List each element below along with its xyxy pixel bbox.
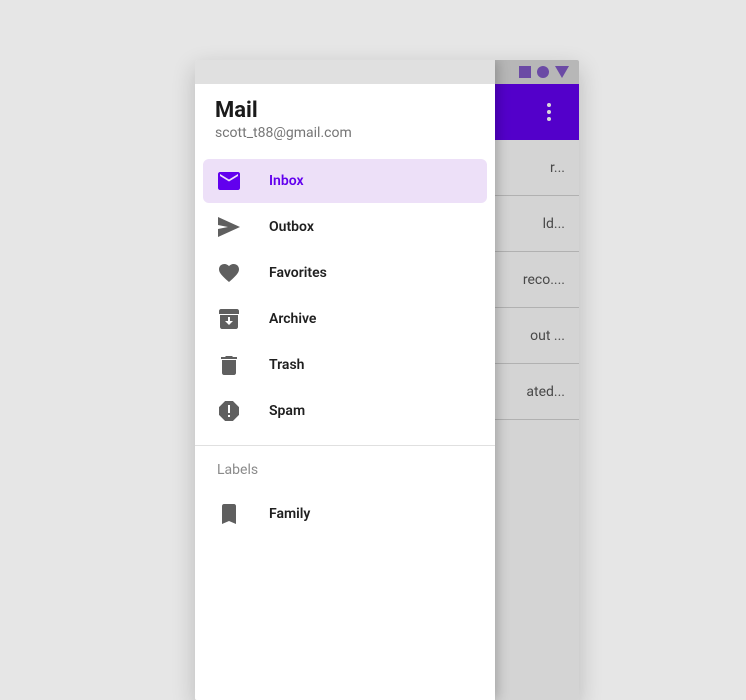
nav-label: Archive — [269, 311, 316, 327]
labels-header: Labels — [195, 446, 495, 486]
send-icon — [217, 215, 241, 239]
nav-item-outbox[interactable]: Outbox — [203, 205, 487, 249]
nav-label: Trash — [269, 357, 304, 373]
heart-icon — [217, 261, 241, 285]
drawer-title: Mail — [215, 98, 475, 123]
drawer-header: Mail scott_t88@gmail.com — [195, 84, 495, 153]
drawer-labels: Family — [195, 486, 495, 538]
nav-item-label-family[interactable]: Family — [203, 492, 487, 536]
nav-label: Outbox — [269, 219, 314, 235]
nav-item-archive[interactable]: Archive — [203, 297, 487, 341]
nav-item-inbox[interactable]: Inbox — [203, 159, 487, 203]
mail-icon — [217, 169, 241, 193]
nav-item-trash[interactable]: Trash — [203, 343, 487, 387]
nav-item-favorites[interactable]: Favorites — [203, 251, 487, 295]
archive-icon — [217, 307, 241, 331]
bookmark-icon — [217, 502, 241, 526]
drawer-status-bar — [195, 60, 495, 84]
drawer-subtitle: scott_t88@gmail.com — [215, 125, 475, 141]
nav-label: Spam — [269, 403, 305, 419]
device-frame: r... ld... reco.... out ... ated... Mail… — [195, 60, 579, 700]
nav-label: Favorites — [269, 265, 327, 281]
trash-icon — [217, 353, 241, 377]
nav-label: Inbox — [269, 173, 304, 189]
spam-icon — [217, 399, 241, 423]
nav-label: Family — [269, 506, 310, 522]
nav-item-spam[interactable]: Spam — [203, 389, 487, 433]
navigation-drawer: Mail scott_t88@gmail.com Inbox Outbox — [195, 60, 495, 700]
drawer-nav: Inbox Outbox Favorites Archive — [195, 153, 495, 435]
